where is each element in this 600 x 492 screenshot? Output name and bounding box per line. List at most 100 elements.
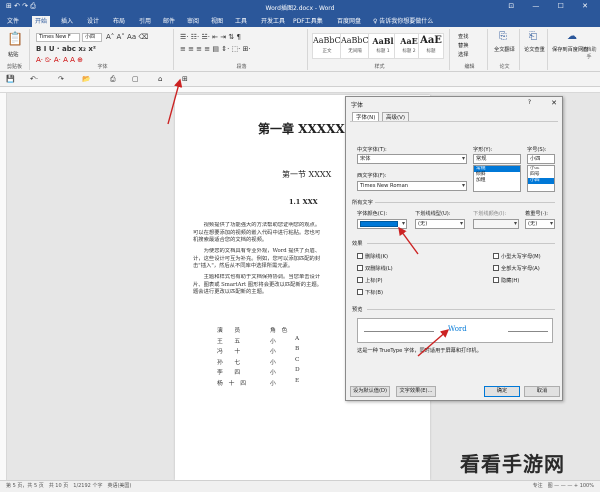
- ok-button[interactable]: 确定: [484, 386, 520, 397]
- hidden-checkbox[interactable]: 隐藏(H): [493, 277, 519, 284]
- text-effects-button[interactable]: 文字效果(E)...: [396, 386, 436, 397]
- list-item[interactable]: 加粗: [474, 178, 520, 184]
- watermark-logo: 看看手游网: [460, 452, 565, 476]
- style-normal[interactable]: AaBbCc 正文: [312, 33, 345, 59]
- status-left: 第 5 页，共 5 页 共 10 页 1/2192 个字 英语(美国): [6, 483, 132, 489]
- all-text-divider: [375, 202, 555, 203]
- select-button[interactable]: 选择: [458, 51, 468, 58]
- customize-icon[interactable]: ⊞: [182, 75, 188, 83]
- table-row: 演 员角 色: [217, 328, 288, 334]
- size-input[interactable]: 小四: [527, 154, 555, 164]
- tab-baidu-pan[interactable]: 百度网盘: [334, 16, 364, 27]
- tab-layout[interactable]: 布局: [110, 16, 128, 27]
- tab-mailings[interactable]: 邮件: [160, 16, 178, 27]
- font-size-combo[interactable]: 小四: [82, 33, 102, 42]
- window-controls[interactable]: ⊡ — ☐ ✕: [508, 2, 596, 10]
- chinese-font-label: 中文字体(T):: [357, 147, 387, 153]
- cancel-button[interactable]: 取消: [524, 386, 560, 397]
- editing-group-label: 编辑: [464, 64, 475, 70]
- superscript-checkbox[interactable]: 上标(P): [357, 277, 383, 284]
- style-input[interactable]: 常规: [473, 154, 521, 164]
- editing-group: 查找 替换 选择 编辑: [452, 29, 488, 70]
- strikethrough-checkbox[interactable]: 删除线(K): [357, 253, 388, 260]
- font-color-swatch: [360, 221, 398, 227]
- cast-table: 演 员角 色 王 五小A 冯 十小B 孙 七小C 李 四小D 杨 十 四小E: [215, 325, 335, 388]
- translate-group: ⎘ 全文翻译 论文: [490, 29, 520, 70]
- table-row: 王 五小A: [217, 335, 300, 345]
- replace-button[interactable]: 替换: [458, 42, 468, 49]
- small-caps-checkbox[interactable]: 小型大写字母(M): [493, 253, 541, 260]
- format-painter-icon[interactable]: ⌂: [158, 75, 162, 83]
- grow-font-icon[interactable]: A˄ A˅ Aa ⌫: [106, 33, 148, 41]
- paper-check-icon[interactable]: ⎗: [529, 31, 537, 42]
- underline-color-label: 下划线颜色(I):: [473, 211, 507, 217]
- subsection-title: 1.1 XXX: [289, 198, 318, 206]
- font-group-label: 字体: [97, 64, 108, 70]
- new-doc-icon[interactable]: ▢: [132, 75, 139, 83]
- style-title[interactable]: AaE 标题: [418, 33, 444, 59]
- emphasis-select[interactable]: (无): [525, 219, 555, 229]
- list-item[interactable]: 小四: [528, 178, 554, 184]
- tab-review[interactable]: 审阅: [184, 16, 202, 27]
- horizontal-ruler[interactable]: [0, 87, 600, 93]
- quick-access-toolbar: 💾 ↶· ↷ 📂 ⎙ ▢ ⌂ ⊞: [0, 72, 600, 87]
- format-icons-row[interactable]: B I U · abc x₂ x²: [36, 45, 96, 53]
- tab-tools[interactable]: 工具: [232, 16, 250, 27]
- paragraph-video: 视频提供了功能强大的方法帮助您证明您的观点。 可以在想要添加的视频的嵌入代码中进…: [193, 222, 321, 244]
- tab-references[interactable]: 引用: [136, 16, 154, 27]
- tab-home[interactable]: 开始: [32, 16, 51, 27]
- styles-group: AaBbCc 正文 AaBbCc 无间隔 AaBl 标题 1 AaE 标题 2 AaE 标…: [310, 29, 450, 70]
- dialog-title: 字体: [351, 102, 364, 109]
- table-row: 冯 十小B: [217, 346, 300, 355]
- style-list[interactable]: 常规 倾斜 加粗: [473, 165, 521, 192]
- tab-design[interactable]: 设计: [84, 16, 102, 27]
- set-default-button[interactable]: 设为默认值(D): [350, 386, 390, 397]
- align-icons[interactable]: ≡ ≡ ≡ ≡ ▤ ⇕· ⬚· ⊞·: [180, 45, 251, 53]
- emphasis-label: 着重号(·):: [525, 211, 549, 217]
- underline-color-select: [473, 219, 519, 229]
- western-font-label: 西文字体(F):: [357, 173, 387, 179]
- clipboard-group-label: 剪贴板: [6, 64, 22, 70]
- cloud-save-icon[interactable]: ☁: [567, 31, 577, 42]
- tell-me-search[interactable]: ♀ 告诉我你想要做什么: [370, 16, 436, 27]
- help-icon[interactable]: ?: [528, 99, 531, 106]
- font-name-combo[interactable]: Times New F: [36, 33, 80, 42]
- paste-label: 粘贴: [8, 52, 19, 58]
- style-label: 字形(Y):: [473, 147, 493, 153]
- undo-icon[interactable]: ↶·: [30, 75, 38, 83]
- truetype-note: 这是一种 TrueType 字体，同时适用于屏幕和打印机。: [357, 348, 482, 354]
- western-font-select[interactable]: Times New Roman: [357, 181, 467, 191]
- underline-select[interactable]: (无): [415, 219, 465, 229]
- size-list[interactable]: 小三 四号 小四: [527, 165, 555, 192]
- list-icons[interactable]: ☰· ☷· ☱· ⇤ ⇥ ⇅ ¶: [180, 33, 241, 41]
- find-button[interactable]: 查找: [458, 33, 468, 40]
- all-caps-checkbox[interactable]: 全部大写字母(A): [493, 265, 540, 272]
- effects-divider: [367, 243, 555, 244]
- tab-view[interactable]: 视图: [208, 16, 226, 27]
- tab-file[interactable]: 文件: [4, 16, 22, 27]
- status-right[interactable]: 专注 图 — — — + 100%: [533, 481, 594, 492]
- close-icon[interactable]: ✕: [551, 99, 557, 107]
- doc-assistant-label: 文档助手: [581, 47, 597, 60]
- tab-developer[interactable]: 开发工具: [258, 16, 288, 27]
- redo-icon[interactable]: ↷: [58, 75, 64, 83]
- chinese-font-select[interactable]: 宋体: [357, 154, 467, 164]
- save-icon[interactable]: 💾: [6, 75, 15, 83]
- tab-pdf-tools[interactable]: PDF工具集: [290, 16, 326, 27]
- paragraph-group-label: 段落: [236, 64, 247, 70]
- paste-icon[interactable]: 📋: [7, 32, 23, 47]
- preview-box: Word: [357, 318, 553, 343]
- style-no-spacing[interactable]: AaBbCc 无间隔: [340, 33, 373, 59]
- double-strikethrough-checkbox[interactable]: 双删除线(L): [357, 265, 393, 272]
- translate-group-label: 论文: [499, 64, 510, 70]
- table-row: 杨 十 四小E: [217, 377, 300, 387]
- translate-icon[interactable]: ⎘: [499, 31, 507, 42]
- table-row: 孙 七小C: [217, 356, 300, 366]
- vertical-ruler[interactable]: [0, 93, 7, 480]
- tab-insert[interactable]: 插入: [58, 16, 76, 27]
- print-preview-icon[interactable]: ⎙: [110, 75, 116, 84]
- open-icon[interactable]: 📂: [82, 75, 91, 83]
- font-color-label: 字体颜色(C):: [357, 211, 388, 217]
- font-color-select[interactable]: [357, 219, 407, 229]
- subscript-checkbox[interactable]: 下标(B): [357, 289, 383, 296]
